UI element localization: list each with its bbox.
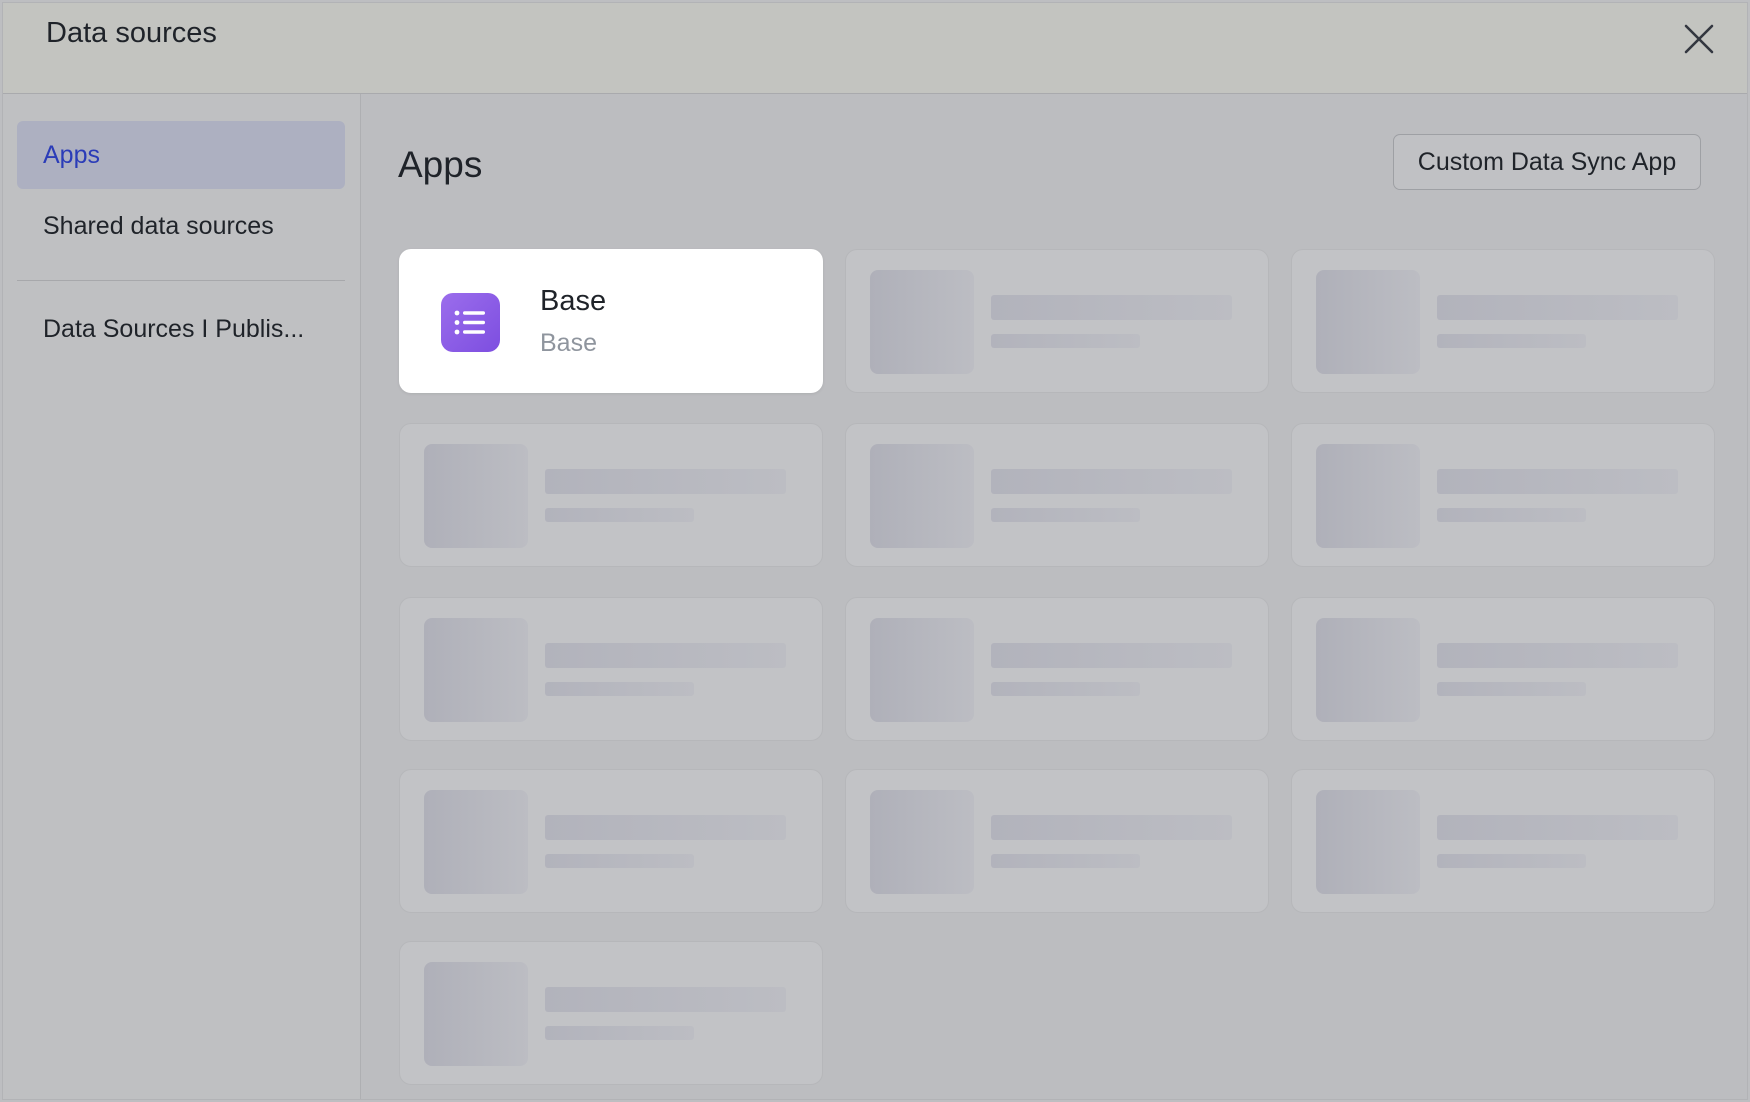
main-panel: Apps Custom Data Sync App Base Base (361, 94, 1747, 1099)
dialog-header: Data sources (3, 3, 1747, 94)
sidebar-item-label: Apps (43, 141, 100, 169)
custom-data-sync-app-button[interactable]: Custom Data Sync App (1393, 134, 1701, 190)
loading-card-placeholder (1291, 769, 1715, 913)
loading-card-placeholder (1291, 423, 1715, 567)
loading-card-placeholder (1291, 597, 1715, 741)
close-button[interactable] (1681, 21, 1717, 57)
sidebar: Apps Shared data sources Data Sources I … (3, 94, 361, 1099)
sidebar-divider (17, 280, 345, 281)
loading-card-placeholder (845, 423, 1269, 567)
sidebar-item-apps[interactable]: Apps (17, 121, 345, 189)
list-icon (441, 293, 500, 352)
page-title: Apps (398, 144, 483, 185)
loading-card-placeholder (399, 769, 823, 913)
loading-card-placeholder (845, 597, 1269, 741)
loading-card-placeholder (399, 423, 823, 567)
app-name: Base (540, 285, 607, 317)
loading-card-placeholder (1291, 249, 1715, 393)
data-sources-dialog: Data sources Apps Shared data sources Da… (2, 2, 1748, 1100)
app-card-base[interactable]: Base Base (399, 249, 823, 393)
loading-card-placeholder (399, 597, 823, 741)
sidebar-item-label: Data Sources I Publis... (43, 315, 305, 343)
sidebar-item-data-sources-i-published[interactable]: Data Sources I Publis... (17, 295, 345, 363)
sidebar-item-label: Shared data sources (43, 212, 274, 240)
app-subtitle: Base (540, 329, 597, 357)
loading-card-placeholder (845, 249, 1269, 393)
loading-card-placeholder (845, 769, 1269, 913)
dialog-title: Data sources (46, 17, 217, 49)
loading-card-placeholder (399, 941, 823, 1085)
sidebar-item-shared-data-sources[interactable]: Shared data sources (17, 192, 345, 260)
close-icon (1684, 24, 1714, 54)
